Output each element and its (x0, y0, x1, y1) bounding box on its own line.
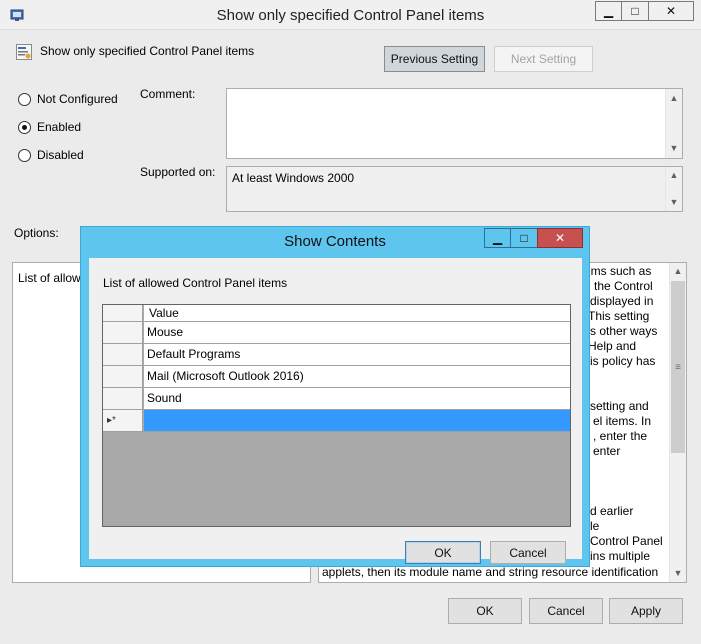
help-line: ins multiple (590, 549, 651, 563)
help-line-bottom: applets, then its module name and string… (322, 565, 659, 579)
next-setting-label: Next Setting (510, 52, 577, 66)
table-row[interactable]: Default Programs (103, 344, 570, 366)
help-line: s other ways (590, 324, 658, 338)
ok-button[interactable]: OK (448, 598, 522, 624)
apply-label: Apply (630, 604, 662, 618)
dialog-title-bar: Show Contents ▁ □ ✕ (81, 227, 589, 255)
supported-on-label: Supported on: (140, 165, 216, 179)
values-grid[interactable]: Value Mouse Default Programs Mail (Micro… (102, 304, 571, 527)
help-line: setting and (590, 399, 649, 413)
help-line: is policy has (590, 354, 656, 368)
table-row[interactable]: Mail (Microsoft Outlook 2016) (103, 366, 570, 388)
table-row[interactable]: Sound (103, 388, 570, 410)
grid-corner-cell (103, 305, 143, 321)
help-line: d earlier (590, 504, 634, 518)
show-contents-dialog: Show Contents ▁ □ ✕ List of allowed Cont… (80, 226, 590, 567)
grid-header-row: Value (103, 305, 570, 322)
dialog-minimize-button[interactable]: ▁ (484, 228, 511, 248)
cancel-button[interactable]: Cancel (529, 598, 603, 624)
close-icon: ✕ (554, 231, 566, 245)
row-value-cell[interactable]: Sound (144, 388, 570, 409)
dialog-ok-label: OK (434, 545, 452, 560)
radio-not-configured[interactable]: Not Configured (18, 92, 118, 106)
scroll-up-icon[interactable]: ▲ (666, 90, 682, 107)
window-title-bar: Show only specified Control Panel items … (0, 0, 701, 30)
row-value-cell[interactable]: Default Programs (144, 344, 570, 365)
help-line: This setting (588, 309, 650, 323)
radio-disabled[interactable]: Disabled (18, 148, 84, 162)
options-label: Options: (14, 226, 59, 240)
apply-button[interactable]: Apply (609, 598, 683, 624)
help-line: ems such as (584, 264, 652, 278)
dialog-cancel-label: Cancel (509, 545, 547, 560)
maximize-icon: □ (520, 231, 528, 245)
help-line: le (590, 519, 600, 533)
scroll-down-icon[interactable]: ▼ (666, 194, 682, 211)
help-line: n the Control (584, 279, 653, 293)
setting-name: Show only specified Control Panel items (40, 44, 255, 58)
previous-setting-label: Previous Setting (390, 52, 479, 66)
row-value-cell[interactable]: Mail (Microsoft Outlook 2016) (144, 366, 570, 387)
radio-disabled-dot (18, 148, 31, 162)
scroll-down-icon[interactable]: ▼ (666, 140, 682, 157)
scroll-up-icon[interactable]: ▲ (670, 263, 686, 280)
new-row-cell[interactable] (144, 410, 570, 431)
comment-label: Comment: (140, 87, 196, 101)
dialog-body: List of allowed Control Panel items Valu… (89, 258, 582, 564)
dialog-cancel-button[interactable]: Cancel (490, 541, 566, 564)
help-scroll-thumb[interactable]: ≡ (671, 281, 685, 453)
help-line: Help and (588, 339, 637, 353)
minimize-icon: ▁ (603, 4, 614, 18)
close-icon: ✕ (665, 4, 677, 18)
new-row[interactable]: ▸* (103, 410, 570, 432)
help-line: Control Panel (590, 534, 663, 548)
comment-textarea[interactable]: ▲ ▼ (226, 88, 683, 159)
comment-scrollbar[interactable]: ▲ ▼ (665, 89, 682, 158)
close-button[interactable]: ✕ (648, 1, 694, 21)
radio-not-configured-label: Not Configured (37, 92, 118, 106)
row-value-cell[interactable]: Mouse (144, 322, 570, 343)
radio-disabled-label: Disabled (37, 148, 84, 162)
help-line: , enter the (593, 429, 648, 443)
help-line: el items. In (593, 414, 652, 428)
row-header[interactable] (103, 388, 143, 409)
dialog-maximize-button[interactable]: □ (510, 228, 538, 248)
scroll-up-icon[interactable]: ▲ (666, 167, 682, 184)
radio-enabled[interactable]: Enabled (18, 120, 81, 134)
supported-on-scrollbar[interactable]: ▲ ▼ (665, 167, 682, 211)
column-header-value[interactable]: Value (144, 305, 570, 321)
dialog-close-button[interactable]: ✕ (537, 228, 583, 248)
supported-on-box: At least Windows 2000 ▲ ▼ (226, 166, 683, 212)
radio-enabled-label: Enabled (37, 120, 82, 134)
help-scrollbar[interactable]: ▲ ≡ ▼ (669, 263, 686, 582)
radio-not-configured-dot (18, 92, 31, 106)
supported-on-value: At least Windows 2000 (232, 171, 355, 185)
cancel-label: Cancel (547, 604, 585, 618)
help-line: enter (593, 444, 621, 458)
row-header[interactable] (103, 344, 143, 365)
dialog-ok-button[interactable]: OK (405, 541, 481, 564)
minimize-icon: ▁ (492, 231, 503, 245)
setting-icon (16, 44, 32, 60)
scroll-down-icon[interactable]: ▼ (670, 565, 686, 582)
row-header[interactable] (103, 322, 143, 343)
previous-setting-button[interactable]: Previous Setting (384, 46, 485, 72)
help-line: displayed in (590, 294, 654, 308)
maximize-icon: □ (631, 4, 639, 18)
table-row[interactable]: Mouse (103, 322, 570, 344)
row-header[interactable] (103, 366, 143, 387)
ok-label: OK (476, 604, 494, 618)
minimize-button[interactable]: ▁ (595, 1, 622, 21)
dialog-list-caption: List of allowed Control Panel items (103, 276, 288, 290)
next-setting-button[interactable]: Next Setting (494, 46, 593, 72)
maximize-button[interactable]: □ (621, 1, 649, 21)
new-row-marker[interactable]: ▸* (103, 410, 143, 431)
radio-enabled-dot (18, 120, 31, 134)
